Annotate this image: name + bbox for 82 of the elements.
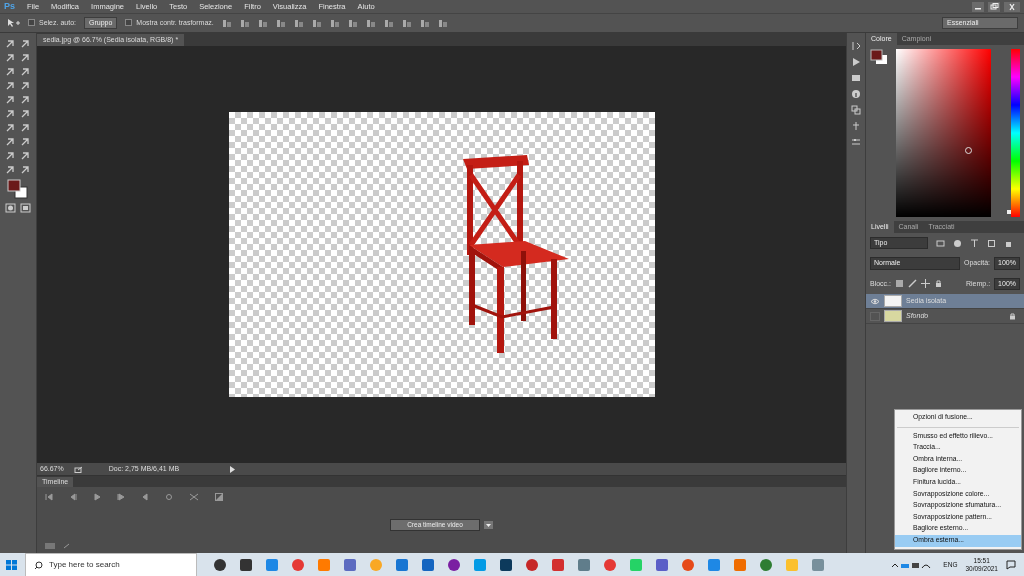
move-tool-icon[interactable] (6, 18, 20, 28)
tool-icon[interactable] (5, 123, 16, 133)
tool-icon[interactable] (20, 109, 31, 119)
lock-option-icon[interactable] (921, 279, 930, 289)
tool-icon[interactable] (20, 95, 31, 105)
app-logo: Ps (4, 1, 15, 12)
tool-icon[interactable] (20, 81, 31, 91)
close-icon[interactable] (1004, 1, 1020, 12)
hue-slider-thumb[interactable] (1007, 209, 1012, 214)
lock-option-icon[interactable] (934, 279, 943, 289)
panel-icon[interactable] (851, 137, 861, 147)
checkbox[interactable] (125, 19, 133, 27)
playback-control-icon[interactable] (45, 493, 53, 501)
align-icon[interactable] (257, 18, 268, 28)
panel-icon[interactable] (851, 105, 861, 115)
color-swatches-icon[interactable] (7, 179, 29, 199)
layer-thumbnail (884, 295, 902, 308)
playback-control-icon[interactable] (141, 493, 149, 501)
minimize-icon[interactable] (972, 1, 984, 12)
screen-mode-icon[interactable] (20, 203, 31, 213)
tool-icon[interactable] (5, 165, 16, 175)
align-icon[interactable] (383, 18, 394, 28)
transition-icon[interactable] (215, 493, 223, 501)
align-icon[interactable] (275, 18, 286, 28)
tool-icon[interactable] (20, 53, 31, 63)
search-placeholder: Type here to search (49, 560, 120, 570)
panel-icon[interactable] (851, 89, 861, 99)
panel-icon[interactable] (851, 41, 861, 51)
tool-icon[interactable] (20, 123, 31, 133)
taskbar-icon[interactable] (213, 558, 227, 572)
tool-icon[interactable] (20, 137, 31, 147)
playback-control-icon[interactable] (69, 493, 77, 501)
tool-icon[interactable] (5, 95, 16, 105)
align-icon[interactable] (293, 18, 304, 28)
windows-start-icon[interactable] (5, 559, 19, 571)
tool-icon[interactable] (5, 151, 16, 161)
app-icon[interactable] (525, 558, 539, 572)
align-icon[interactable] (239, 18, 250, 28)
panel-icon[interactable] (851, 121, 861, 131)
tool-icon[interactable] (5, 81, 16, 91)
tool-icon[interactable] (20, 151, 31, 161)
filter-icon[interactable] (970, 238, 979, 248)
play-icon[interactable] (229, 465, 236, 473)
tool-icon[interactable] (5, 109, 16, 119)
restore-icon[interactable] (988, 1, 1000, 12)
app-icon[interactable] (447, 558, 461, 572)
audio-icon[interactable] (165, 493, 173, 501)
app-icon[interactable] (499, 558, 513, 572)
search-icon (34, 560, 43, 570)
scissors-icon[interactable] (189, 493, 199, 501)
color-swatches-icon[interactable] (870, 49, 888, 65)
tool-icon[interactable] (5, 67, 16, 77)
app-icon[interactable] (655, 558, 669, 572)
tool-icon[interactable] (20, 39, 31, 49)
checkbox[interactable] (28, 19, 35, 27)
align-icon[interactable] (419, 18, 430, 28)
quick-mask-icon[interactable] (5, 203, 16, 213)
layer-thumbnail (884, 310, 902, 323)
app-icon[interactable] (421, 558, 435, 572)
align-icon[interactable] (347, 18, 358, 28)
playback-control-icon[interactable] (117, 493, 125, 501)
eye-icon[interactable] (870, 296, 880, 306)
align-icon[interactable] (365, 18, 376, 28)
tool-icon[interactable] (5, 137, 16, 147)
notifications-icon[interactable] (1006, 560, 1016, 570)
align-icon[interactable] (221, 18, 232, 28)
app-icon[interactable] (759, 558, 773, 572)
tool-icon[interactable] (5, 53, 16, 63)
align-icon[interactable] (401, 18, 412, 28)
align-icon[interactable] (437, 18, 448, 28)
dropdown-icon[interactable] (483, 521, 493, 529)
color-picker-field[interactable] (896, 49, 992, 217)
align-icon[interactable] (311, 18, 322, 28)
search-field[interactable]: Type here to search (25, 553, 197, 576)
export-icon[interactable] (73, 465, 83, 473)
app-icon[interactable] (551, 558, 565, 572)
tool-icon[interactable] (20, 165, 31, 175)
tool-icon[interactable] (20, 67, 31, 77)
taskbar-icon[interactable] (239, 558, 253, 572)
align-icon[interactable] (329, 18, 340, 28)
tool-icon[interactable] (5, 39, 16, 49)
playback-control-icon[interactable] (93, 493, 101, 501)
